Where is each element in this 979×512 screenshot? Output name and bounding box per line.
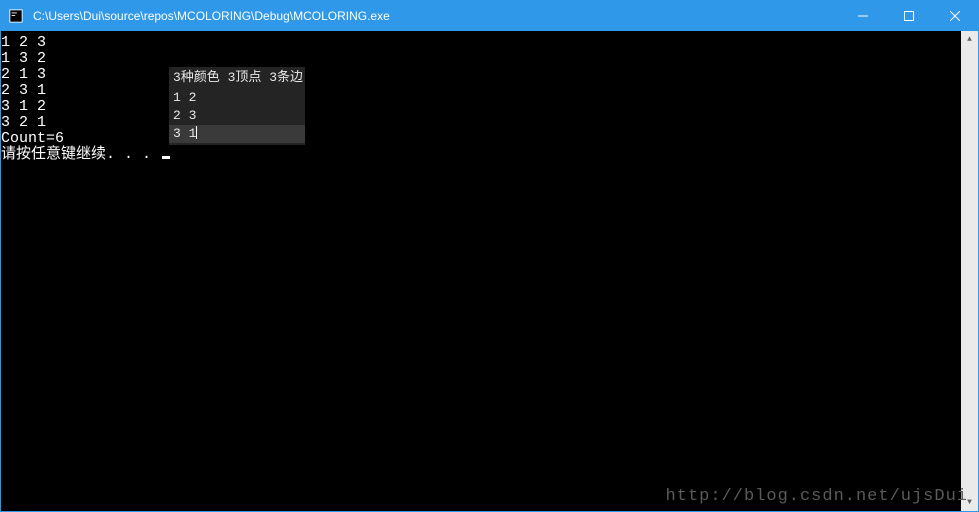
annotation-row: 2 3 (169, 107, 305, 125)
text-caret (196, 126, 197, 139)
console-line: 请按任意键继续. . . (1, 146, 160, 163)
annotation-header: 3种颜色 3顶点 3条边 (169, 67, 305, 89)
console-output: 1 2 3 1 3 2 2 1 3 2 3 1 3 1 2 3 2 1 Coun… (1, 35, 170, 163)
console-line: 1 3 2 (1, 50, 46, 67)
console-line: 2 3 1 (1, 82, 46, 99)
console-cursor (162, 156, 170, 159)
window-title: C:\Users\Dui\source\repos\MCOLORING\Debu… (31, 9, 840, 23)
console-line: Count=6 (1, 130, 64, 147)
console-line: 1 2 3 (1, 34, 46, 51)
watermark: http://blog.csdn.net/ujsDui (666, 489, 968, 505)
scroll-up-button[interactable]: ▲ (961, 31, 978, 48)
vertical-scrollbar[interactable]: ▲ ▼ (961, 31, 978, 511)
annotation-row: 3 1 (169, 125, 305, 143)
window: C:\Users\Dui\source\repos\MCOLORING\Debu… (0, 0, 979, 512)
annotation-row: 1 2 (169, 89, 305, 107)
close-button[interactable] (932, 1, 978, 31)
annotation-box: 3种颜色 3顶点 3条边 1 2 2 3 3 1 (169, 67, 305, 145)
maximize-button[interactable] (886, 1, 932, 31)
console-area[interactable]: 1 2 3 1 3 2 2 1 3 2 3 1 3 1 2 3 2 1 Coun… (1, 31, 978, 511)
titlebar[interactable]: C:\Users\Dui\source\repos\MCOLORING\Debu… (1, 1, 978, 31)
console-line: 3 2 1 (1, 114, 46, 131)
app-icon (1, 1, 31, 31)
window-controls (840, 1, 978, 31)
console-line: 2 1 3 (1, 66, 46, 83)
console-line: 3 1 2 (1, 98, 46, 115)
minimize-button[interactable] (840, 1, 886, 31)
